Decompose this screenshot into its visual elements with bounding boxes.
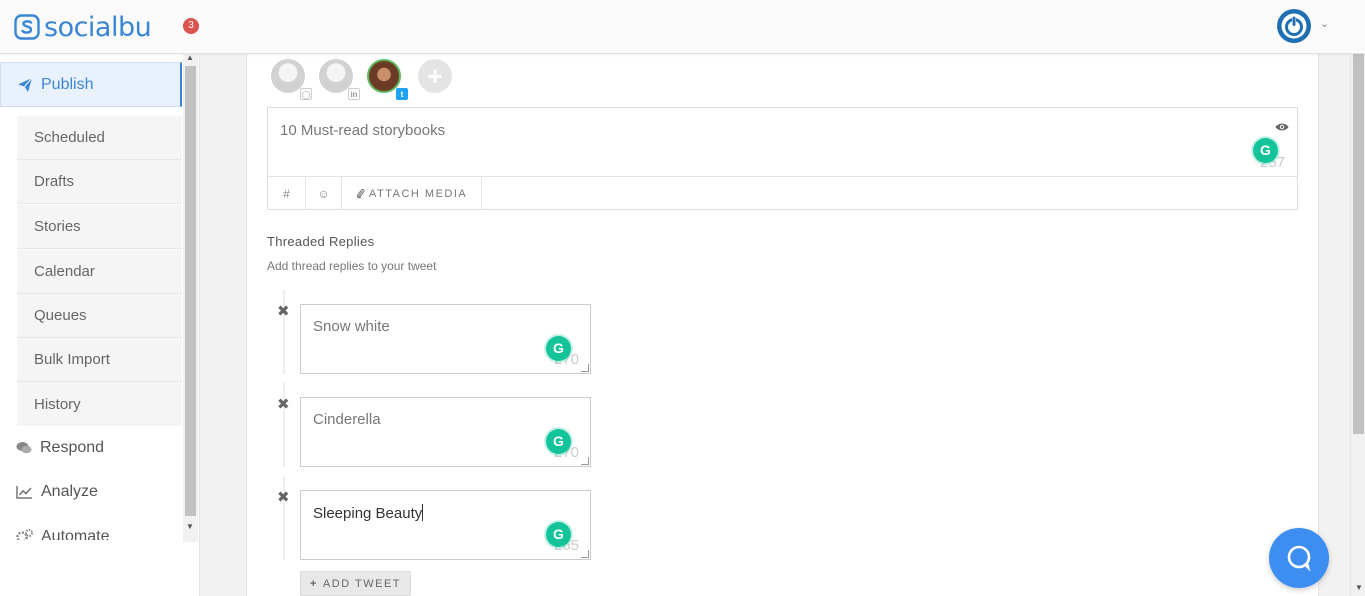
instagram-icon: ◯ (300, 88, 312, 100)
sidebar-item-history[interactable]: History (17, 382, 182, 426)
power-icon (1281, 13, 1307, 39)
remove-reply-button[interactable]: ✖ (277, 490, 291, 505)
resize-handle-icon[interactable] (581, 364, 589, 372)
logo-text: socialbu (44, 11, 152, 43)
sidebar-item-label: Automate (41, 528, 110, 540)
support-chat-button[interactable] (1269, 528, 1329, 588)
sidebar-item-calendar[interactable]: Calendar (17, 250, 182, 294)
chat-bubble-icon (1287, 545, 1311, 572)
sidebar-item-bulk-import[interactable]: Bulk Import (17, 338, 182, 382)
notification-badge[interactable]: 3 (183, 18, 199, 34)
chevron-down-icon[interactable]: ⌄ (1320, 17, 1329, 30)
sidebar-item-respond[interactable]: Respond (0, 426, 182, 470)
thread-reply-input[interactable]: Cinderella 270 G (300, 397, 591, 467)
socialbu-logo[interactable]: socialbu (14, 11, 152, 43)
sidebar-item-label: Respond (40, 439, 105, 456)
eye-icon[interactable] (1275, 119, 1289, 137)
plus-icon: + (309, 577, 318, 590)
page-scrollbar-thumb[interactable] (1353, 38, 1364, 434)
sidebar-item-queues[interactable]: Queues (17, 294, 182, 338)
scroll-down-icon[interactable]: ▼ (186, 522, 194, 531)
twitter-icon: t (396, 88, 408, 100)
resize-handle-icon[interactable] (581, 457, 589, 465)
linkedin-icon: in (348, 88, 360, 100)
resize-handle-icon[interactable] (581, 550, 589, 558)
scroll-up-icon[interactable]: ▲ (186, 53, 194, 62)
cogs-icon (16, 529, 33, 540)
sidebar-item-analyze[interactable]: Analyze (0, 470, 182, 514)
attach-media-label: ATTACH MEDIA (369, 187, 468, 200)
sidebar: Publish Scheduled Drafts Stories Calenda… (0, 53, 200, 596)
top-bar: socialbu 3 ⌄ (0, 0, 1365, 54)
sidebar-item-drafts[interactable]: Drafts (17, 160, 182, 204)
emoji-button[interactable]: ☺ (306, 177, 342, 210)
sidebar-item-label: Analyze (41, 483, 98, 500)
line-chart-icon (16, 486, 32, 499)
page-scrollbar[interactable]: ▲ ▼ (1350, 0, 1365, 596)
remove-reply-button[interactable]: ✖ (277, 397, 291, 412)
grammarly-icon[interactable]: G (546, 522, 571, 547)
sidebar-item-stories[interactable]: Stories (17, 205, 182, 249)
tweet-compose-box[interactable]: 10 Must-read storybooks 257 G # ☺ ATTACH… (267, 107, 1298, 210)
compose-toolbar: # ☺ ATTACH MEDIA (268, 176, 1297, 210)
hashtag-button[interactable]: # (268, 177, 306, 210)
scroll-down-icon[interactable]: ▼ (1355, 583, 1363, 592)
sidebar-scrollbar[interactable]: ▲ ▼ (183, 53, 198, 542)
threaded-replies-subtitle: Add thread replies to your tweet (267, 259, 437, 273)
add-tweet-label: ADD TWEET (322, 577, 401, 590)
comments-icon (16, 442, 32, 454)
add-tweet-button[interactable]: + ADD TWEET (300, 571, 411, 596)
reply-text[interactable]: Cinderella (313, 411, 381, 428)
reply-text[interactable]: Snow white (313, 318, 390, 335)
socialbu-logo-icon (14, 14, 40, 40)
reply-text[interactable]: Sleeping Beauty (313, 504, 424, 522)
grammarly-icon[interactable]: G (1253, 138, 1278, 163)
sidebar-item-label: Publish (41, 75, 94, 93)
remove-reply-button[interactable]: ✖ (277, 304, 291, 319)
paper-plane-icon (18, 77, 33, 92)
thread-reply-input[interactable]: Sleeping Beauty 265 G (300, 490, 591, 560)
threaded-replies-title: Threaded Replies (267, 234, 375, 249)
grammarly-icon[interactable]: G (546, 336, 571, 361)
paperclip-icon (356, 188, 365, 199)
thread-reply-input[interactable]: Snow white 270 G (300, 304, 591, 374)
text-cursor (422, 504, 424, 521)
sidebar-item-publish[interactable]: Publish (0, 62, 182, 107)
sidebar-scrollbar-thumb[interactable] (185, 66, 196, 516)
attach-media-button[interactable]: ATTACH MEDIA (342, 177, 483, 210)
grammarly-icon[interactable]: G (546, 429, 571, 454)
add-account-button[interactable]: + (418, 59, 452, 93)
tweet-text[interactable]: 10 Must-read storybooks (280, 122, 445, 139)
reply-text-value: Sleeping Beauty (313, 505, 423, 522)
sidebar-item-scheduled[interactable]: Scheduled (17, 116, 182, 160)
sidebar-item-automate[interactable]: Automate (0, 514, 182, 540)
user-avatar[interactable] (1277, 9, 1311, 43)
